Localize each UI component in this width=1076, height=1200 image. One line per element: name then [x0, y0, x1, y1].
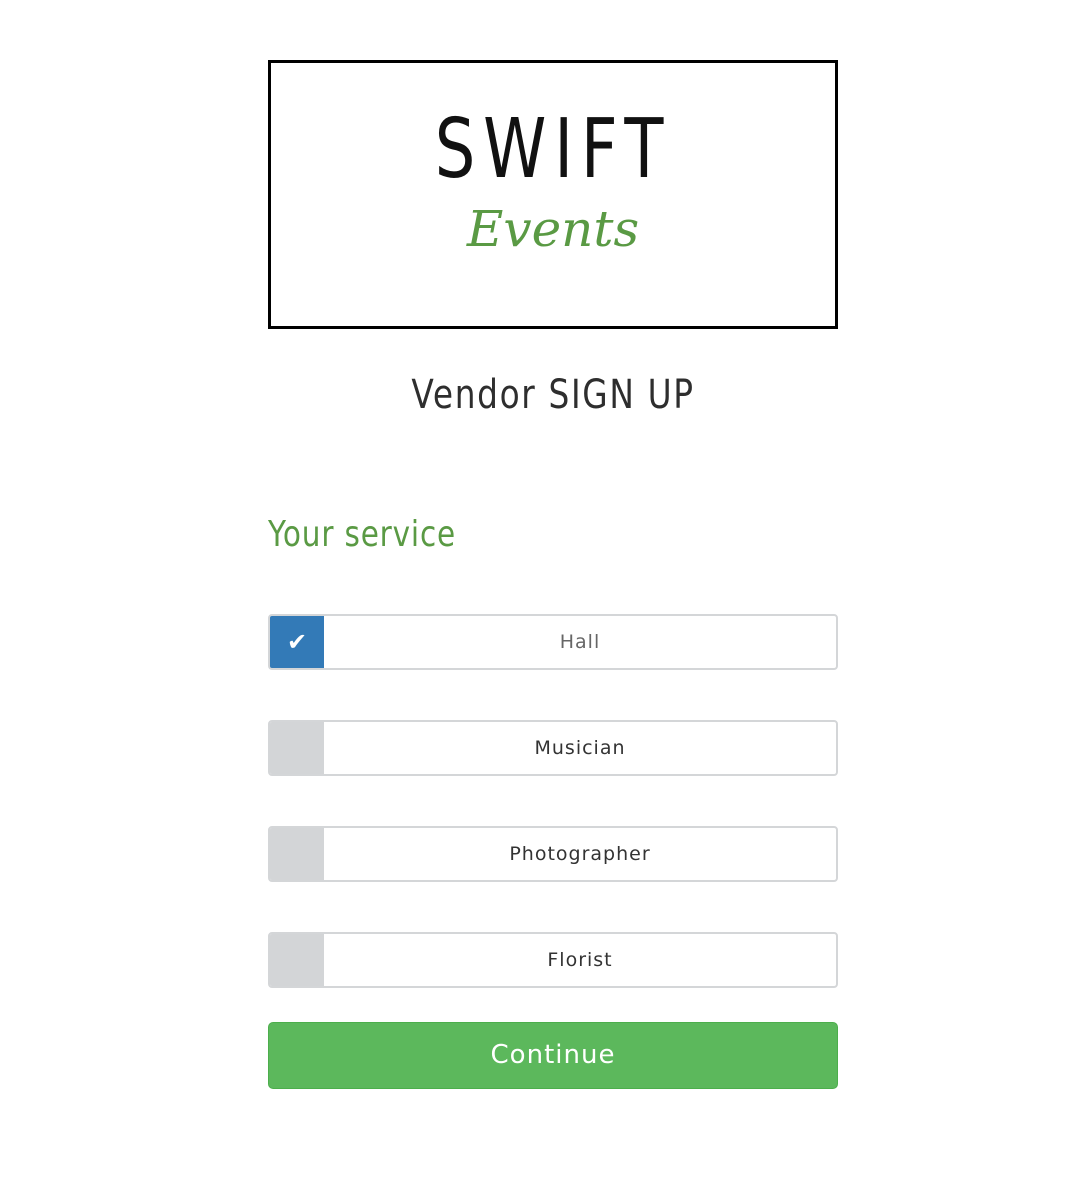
logo: SWIFT Events [268, 60, 838, 329]
checkbox-unchecked[interactable] [270, 722, 324, 774]
service-option-hall[interactable]: ✔ Hall [268, 614, 838, 670]
service-option-label: Hall [559, 631, 601, 653]
service-option-label: Photographer [509, 843, 651, 865]
service-option-florist[interactable]: Florist [268, 932, 838, 988]
service-option-musician[interactable]: Musician [268, 720, 838, 776]
page-title: Vendor SIGN UP [411, 372, 695, 418]
service-option-label: Musician [534, 737, 626, 759]
service-option-photographer[interactable]: Photographer [268, 826, 838, 882]
checkbox-unchecked[interactable] [270, 934, 324, 986]
service-option-label: Florist [547, 949, 613, 971]
section-title: Your service [268, 514, 456, 555]
continue-button[interactable]: Continue [268, 1022, 838, 1089]
checkmark-icon: ✔ [286, 628, 308, 656]
checkbox-unchecked[interactable] [270, 828, 324, 880]
logo-subtitle: Events [466, 200, 640, 258]
logo-title: SWIFT [434, 102, 672, 197]
